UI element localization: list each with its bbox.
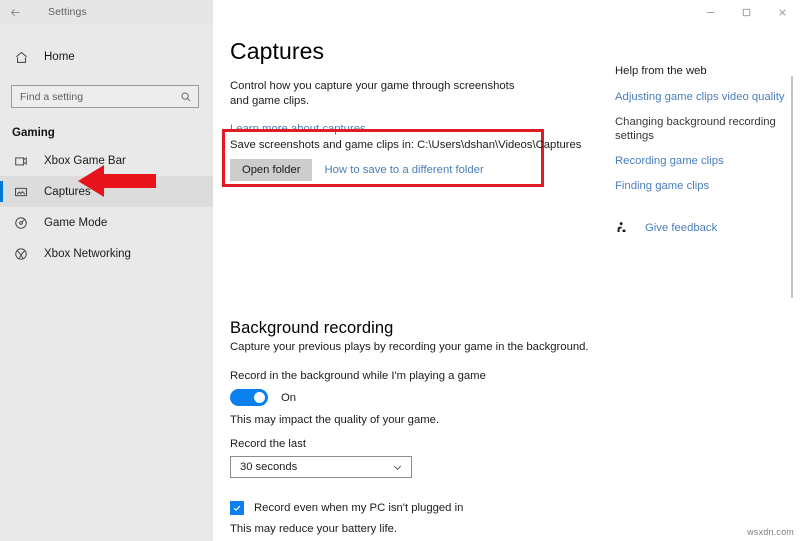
sidebar-item-label: Xbox Game Bar — [44, 154, 126, 167]
scrollbar-thumb[interactable] — [791, 76, 793, 298]
vertical-scrollbar[interactable] — [787, 24, 797, 541]
different-folder-link[interactable]: How to save to a different folder — [324, 164, 483, 176]
help-link-finding-game-clips[interactable]: Finding game clips — [615, 179, 790, 193]
help-pane: Help from the web Adjusting game clips v… — [615, 65, 790, 234]
sidebar-item-home-label: Home — [44, 51, 75, 63]
sidebar-item-label: Game Mode — [44, 216, 108, 229]
give-feedback-link[interactable]: Give feedback — [645, 222, 717, 234]
captures-icon — [14, 185, 34, 199]
page-description: Control how you capture your game throug… — [230, 80, 515, 107]
window-title: Settings — [48, 6, 87, 18]
search-input[interactable] — [20, 90, 180, 103]
sidebar-item-game-mode[interactable]: Game Mode — [0, 207, 213, 238]
navigation-sidebar: Home Gaming Xbox Game Bar — [0, 24, 213, 541]
record-last-dropdown[interactable]: 30 seconds — [230, 456, 412, 478]
sidebar-item-captures[interactable]: Captures — [0, 176, 213, 207]
sidebar-item-xbox-networking[interactable]: Xbox Networking — [0, 238, 213, 269]
feedback-hub-icon — [615, 221, 631, 234]
close-button[interactable] — [764, 0, 800, 24]
sidebar-item-label: Xbox Networking — [44, 247, 131, 260]
help-link-adjusting-quality[interactable]: Adjusting game clips video quality — [615, 90, 790, 104]
give-feedback-row[interactable]: Give feedback — [615, 221, 790, 234]
toggle-knob — [254, 392, 265, 403]
game-mode-icon — [14, 216, 34, 230]
record-unplugged-note: This may reduce your battery life. — [230, 523, 398, 535]
save-location-actions: Open folder How to save to a different f… — [230, 159, 484, 181]
sidebar-item-label: Captures — [44, 185, 91, 198]
sidebar-item-xbox-game-bar[interactable]: Xbox Game Bar — [0, 145, 213, 176]
back-arrow-icon[interactable] — [0, 0, 30, 24]
record-unplugged-checkbox[interactable] — [230, 501, 244, 515]
title-bar-left: Settings — [0, 0, 213, 24]
record-last-label: Record the last — [230, 438, 306, 450]
background-recording-heading: Background recording — [230, 319, 394, 337]
background-recording-toggle-row: On — [230, 389, 800, 406]
help-pane-title: Help from the web — [615, 65, 707, 77]
save-location-label: Save screenshots and game clips in: C:\U… — [230, 139, 582, 151]
toggle-state-label: On — [281, 391, 297, 404]
background-toggle-label: Record in the background while I'm playi… — [230, 370, 486, 382]
search-box[interactable] — [11, 85, 199, 108]
background-recording-description: Capture your previous plays by recording… — [230, 341, 589, 353]
chevron-down-icon — [392, 462, 403, 473]
checkbox-row-plugged-in: Record even when my PC isn't plugged in — [230, 501, 800, 515]
game-bar-icon — [14, 154, 34, 168]
main-content: Captures Control how you capture your ga… — [213, 24, 800, 541]
background-toggle-note: This may impact the quality of your game… — [230, 414, 440, 426]
record-unplugged-label: Record even when my PC isn't plugged in — [254, 502, 464, 514]
title-bar: Settings — [0, 0, 800, 24]
xbox-networking-icon — [14, 247, 34, 261]
background-recording-section: Background recording Capture your previo… — [230, 319, 800, 541]
search-icon[interactable] — [180, 91, 192, 103]
help-link-changing-background-settings[interactable]: Changing background recording settings — [615, 115, 790, 143]
help-link-recording-game-clips[interactable]: Recording game clips — [615, 154, 790, 168]
background-recording-toggle[interactable] — [230, 389, 268, 406]
record-last-value: 30 seconds — [240, 461, 298, 473]
page-title: Captures — [230, 38, 325, 64]
settings-window: Settings Home Find a setting Gaming Xbox… — [0, 0, 800, 541]
sidebar-group-title: Gaming — [12, 127, 55, 139]
watermark-label: wsxdn.com — [747, 527, 794, 537]
sidebar-item-home[interactable]: Home — [0, 42, 213, 72]
minimize-button[interactable] — [692, 0, 728, 24]
maximize-button[interactable] — [728, 0, 764, 24]
home-icon — [14, 50, 36, 65]
window-controls — [213, 0, 800, 24]
open-folder-button[interactable]: Open folder — [230, 159, 313, 181]
